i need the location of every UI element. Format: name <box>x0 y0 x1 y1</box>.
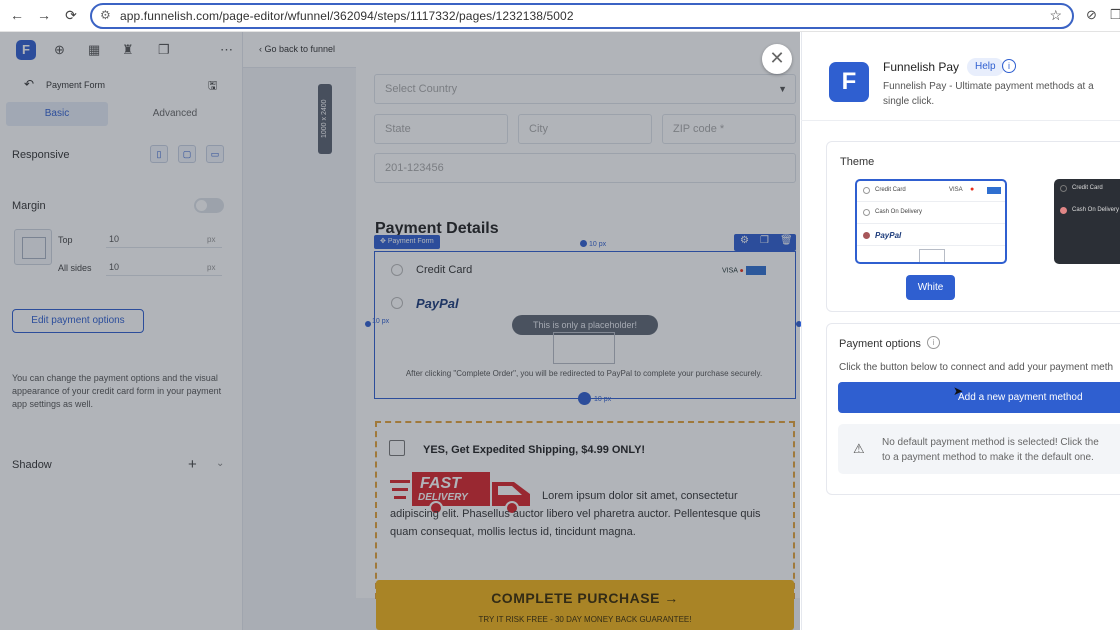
modal-title: Funnelish Pay <box>883 60 960 74</box>
theme-row-credit-card: Credit Card <box>875 187 906 193</box>
reload-icon[interactable]: ⟳ <box>62 7 80 24</box>
site-settings-icon[interactable]: ⚙ <box>100 8 111 22</box>
white-theme-button[interactable]: White <box>906 275 955 300</box>
theme-row-paypal: PayPal <box>875 231 902 240</box>
warning-text: No default payment method is selected! C… <box>882 435 1120 465</box>
theme-radio-cod <box>863 209 870 216</box>
funnelish-pay-logo: F <box>829 62 869 102</box>
payment-options-label: Payment options <box>839 338 921 350</box>
theme-label: Theme <box>840 156 875 168</box>
warning-line-1: No default payment method is selected! C… <box>882 437 1099 448</box>
theme-dark-option[interactable]: Credit Card Cash On Delivery <box>1054 179 1120 264</box>
payment-options-info-icon[interactable]: i <box>927 336 940 349</box>
warning-icon: ⚠ <box>853 441 865 456</box>
divider <box>801 120 1120 121</box>
browser-toolbar: ← → ⟳ ⚙ app.funnelish.com/page-editor/wf… <box>0 0 1120 32</box>
info-icon[interactable]: i <box>1002 59 1016 73</box>
theme-row-cod: Cash On Delivery <box>875 209 923 215</box>
address-bar[interactable]: ⚙ app.funnelish.com/page-editor/wfunnel/… <box>90 3 1074 29</box>
dark-row-cod: Cash On Delivery <box>1072 207 1120 213</box>
back-icon[interactable]: ← <box>8 7 26 23</box>
theme-mastercard-icon: ● <box>970 186 975 193</box>
payment-options-description: Click the button below to connect and ad… <box>839 362 1114 373</box>
add-payment-method-button[interactable]: Add a new payment method <box>838 382 1120 413</box>
theme-visa: VISA <box>949 187 963 193</box>
dark-row-credit-card: Credit Card <box>1072 185 1103 191</box>
help-badge[interactable]: Help <box>967 58 1004 76</box>
modal-backdrop[interactable] <box>0 32 800 630</box>
theme-white-option[interactable]: Credit Card VISA ● Cash On Delivery PayP… <box>855 179 1007 264</box>
dark-radio-cod <box>1060 207 1067 214</box>
close-icon: ✕ <box>769 48 785 68</box>
theme-divider <box>857 201 1005 202</box>
bookmark-star-icon[interactable]: ☆ <box>1049 7 1062 24</box>
theme-divider <box>857 245 1005 246</box>
mouse-cursor-icon: ➤ <box>953 384 964 398</box>
url-text: app.funnelish.com/page-editor/wfunnel/36… <box>120 9 574 23</box>
dark-radio-cc <box>1060 185 1067 192</box>
theme-divider <box>857 223 1005 224</box>
modal-description: Funnelish Pay - Ultimate payment methods… <box>883 81 1094 107</box>
theme-radio-paypal <box>863 232 870 239</box>
forward-icon[interactable]: → <box>35 7 53 23</box>
theme-radio-cc <box>863 187 870 194</box>
close-modal-button[interactable]: ✕ <box>762 44 792 74</box>
theme-amex-icon <box>987 187 1001 194</box>
extension-icon[interactable]: ⊘ <box>1086 7 1097 23</box>
theme-redirect-icon <box>919 249 945 262</box>
extensions-puzzle-icon[interactable]: ❒ <box>1110 7 1120 23</box>
warning-line-2: to a payment method to make it the defau… <box>882 452 1094 463</box>
